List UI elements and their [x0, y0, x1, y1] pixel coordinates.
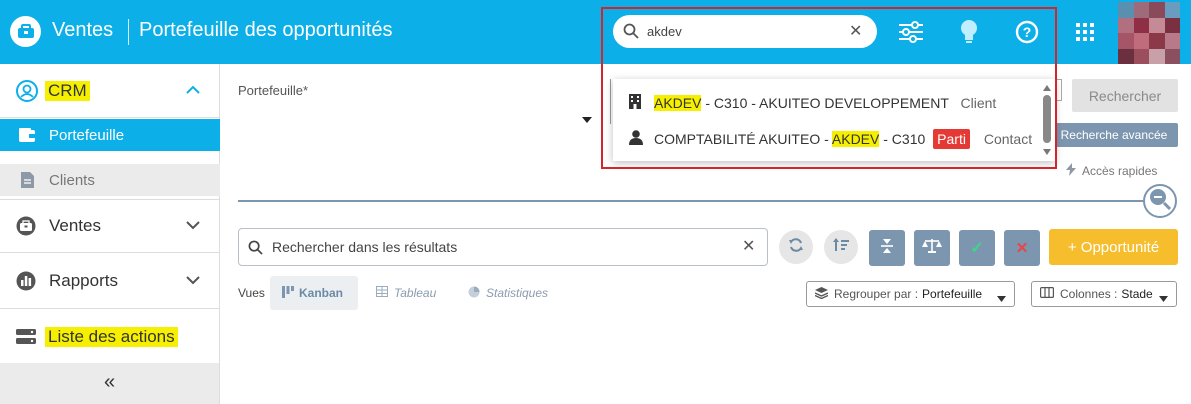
check-icon: ✓ [970, 240, 984, 257]
balance-scale-icon [922, 238, 942, 259]
table-icon [376, 286, 388, 300]
columns-label: Colonnes : [1060, 287, 1118, 301]
zoom-out-icon [1149, 188, 1172, 215]
server-list-icon [16, 328, 36, 346]
search-icon [248, 240, 263, 260]
sort-icon [833, 237, 849, 257]
sidebar-item-crm[interactable]: CRM [0, 64, 220, 118]
group-by-value: Portefeuille [922, 287, 983, 301]
results-search-field[interactable]: Rechercher dans les résultats ✕ [238, 228, 768, 266]
sidebar-item-label: CRM [45, 80, 90, 101]
vues-label: Vues [238, 286, 265, 300]
briefcase-icon [16, 216, 36, 236]
columns-icon [1040, 287, 1055, 301]
pie-chart-icon [468, 286, 480, 301]
view-statistiques-tab[interactable]: Statistiques [468, 276, 548, 310]
results-search-input[interactable]: Rechercher dans les résultats [272, 239, 457, 255]
crm-target-icon [16, 79, 38, 102]
reject-button[interactable]: ✕ [1004, 230, 1040, 266]
sidebar-item-label: Rapports [49, 271, 118, 290]
compress-rows-button[interactable] [869, 230, 905, 266]
close-icon: ✕ [1015, 240, 1029, 257]
group-by-select[interactable]: Regrouper par : Portefeuille [806, 281, 1015, 307]
user-avatar[interactable] [1118, 2, 1180, 64]
page-title: Portefeuille des opportunités [139, 19, 393, 41]
sidebar-item-label: Clients [49, 171, 95, 189]
group-by-label: Regrouper par : [834, 287, 919, 301]
sort-button[interactable] [824, 230, 858, 264]
zoom-out-toggle[interactable] [1143, 184, 1177, 218]
app-title: Ventes [52, 19, 114, 41]
collapse-divider [238, 200, 1144, 202]
columns-value: Stade [1121, 287, 1153, 301]
title-separator [128, 19, 129, 45]
lightning-icon [1066, 163, 1076, 179]
view-tableau-tab[interactable]: Tableau [376, 276, 436, 310]
chevron-up-icon [186, 82, 200, 100]
recherche-avancee-button[interactable]: Recherche avancée [1050, 123, 1178, 147]
caret-down-icon [1159, 291, 1168, 305]
layers-icon [814, 286, 829, 302]
sidebar-item-label: Portefeuille [49, 126, 125, 144]
wallet-icon [19, 128, 35, 147]
sidebar-item-liste-actions[interactable]: Liste des actions [0, 310, 220, 363]
annotation-highlight-box [601, 7, 1057, 169]
kanban-icon [282, 285, 294, 301]
sidebar-item-ventes[interactable]: Ventes [0, 199, 220, 253]
sidebar-item-rapports[interactable]: Rapports [0, 254, 220, 309]
add-opportunite-button[interactable]: + Opportunité [1049, 229, 1178, 265]
collapse-sidebar-button[interactable]: « [0, 363, 219, 404]
columns-select[interactable]: Colonnes : Stade [1031, 281, 1177, 307]
apps-grid-icon[interactable] [1071, 18, 1099, 46]
caret-down-icon [582, 110, 592, 128]
chevron-down-icon [186, 272, 200, 290]
acces-rapides-link[interactable]: Accès rapides [1066, 163, 1157, 179]
validate-button[interactable]: ✓ [959, 230, 995, 266]
view-statistiques-label: Statistiques [486, 286, 549, 300]
sidebar-item-portefeuille[interactable]: Portefeuille [0, 119, 220, 151]
sidebar-item-label: Ventes [49, 216, 101, 235]
acces-rapides-label: Accès rapides [1082, 164, 1158, 178]
app-logo-icon [10, 16, 41, 47]
sidebar-item-clients[interactable]: Clients [0, 164, 220, 196]
compress-icon [881, 238, 893, 259]
sidebar: CRM Portefeuille Clients Ventes Rapports [0, 64, 220, 404]
view-kanban-tab[interactable]: Kanban [270, 276, 358, 310]
refresh-icon [788, 237, 804, 258]
balance-button[interactable] [914, 230, 950, 266]
view-tableau-label: Tableau [394, 286, 437, 300]
rechercher-button[interactable]: Rechercher [1072, 79, 1178, 112]
chevron-down-icon [186, 217, 200, 235]
clear-results-search-icon[interactable]: ✕ [742, 236, 755, 256]
sidebar-item-label: Liste des actions [45, 326, 178, 347]
bar-chart-icon [16, 271, 36, 291]
view-kanban-label: Kanban [299, 286, 344, 300]
caret-down-icon [997, 291, 1006, 305]
portefeuille-label: Portefeuille* [238, 83, 309, 98]
document-icon [21, 172, 34, 193]
portefeuille-select[interactable] [238, 101, 596, 129]
refresh-button[interactable] [779, 230, 813, 264]
